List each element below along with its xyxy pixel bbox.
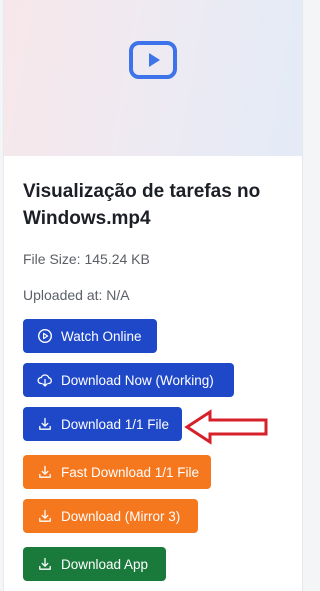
download-now-button[interactable]: Download Now (Working) xyxy=(23,363,234,397)
download-tray-icon xyxy=(37,556,53,572)
download-mirror-label: Download (Mirror 3) xyxy=(61,508,181,524)
download-tray-icon xyxy=(37,508,53,524)
fast-download-button[interactable]: Fast Download 1/1 File xyxy=(23,455,211,489)
download-now-label: Download Now (Working) xyxy=(61,372,214,388)
cloud-download-icon xyxy=(37,372,53,388)
upload-date: Uploaded at: N/A xyxy=(23,287,130,303)
download-tray-icon xyxy=(37,416,53,432)
file-size: File Size: 145.24 KB xyxy=(23,251,150,267)
watch-online-label: Watch Online xyxy=(61,328,142,344)
left-arrow-annotation xyxy=(184,409,268,445)
fast-download-label: Fast Download 1/1 File xyxy=(61,464,200,480)
download-file-button[interactable]: Download 1/1 File xyxy=(23,407,182,441)
watch-online-button[interactable]: Watch Online xyxy=(23,319,157,353)
download-app-label: Download App xyxy=(61,556,149,572)
play-circle-icon xyxy=(37,328,53,344)
download-mirror-button[interactable]: Download (Mirror 3) xyxy=(23,499,198,533)
download-tray-icon xyxy=(37,464,53,480)
video-thumbnail xyxy=(4,0,302,156)
download-file-label: Download 1/1 File xyxy=(61,416,170,432)
video-play-icon xyxy=(129,41,177,79)
download-app-button[interactable]: Download App xyxy=(23,547,166,581)
file-card: Visualização de tarefas no Windows.mp4 F… xyxy=(3,0,303,591)
file-title: Visualização de tarefas no Windows.mp4 xyxy=(23,181,261,229)
